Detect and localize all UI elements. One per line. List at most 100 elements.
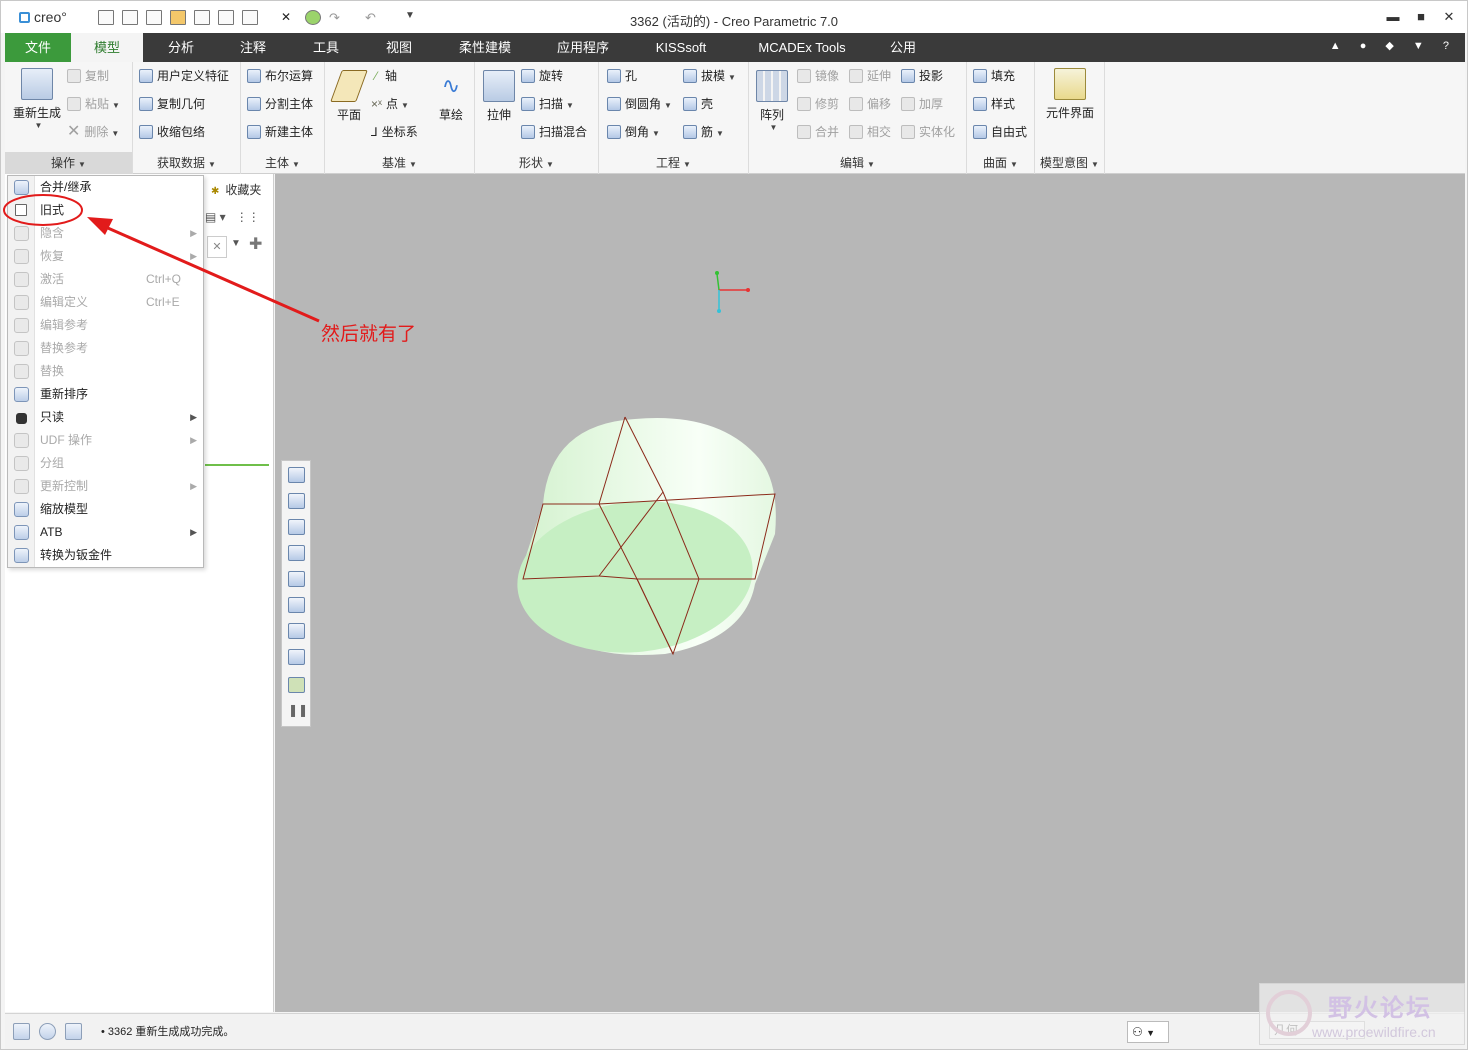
surfaces-group-menu[interactable]: 曲面 ▼ <box>967 154 1034 171</box>
menu-item-reorder[interactable]: 重新排序 <box>8 383 203 406</box>
body-group-menu[interactable]: 主体 ▼ <box>241 154 324 171</box>
menu-item-udf-operations[interactable]: UDF 操作 ▶ <box>8 429 203 452</box>
freestyle-button[interactable]: 自由式 <box>973 122 1027 142</box>
delete-button[interactable]: ✕ 删除 ▼ <box>67 122 119 142</box>
paste-button[interactable]: 粘贴 ▼ <box>67 94 120 114</box>
extend-button[interactable]: 延伸 <box>849 66 891 86</box>
regenerate-button[interactable]: 重新生成 ▼ <box>9 68 65 130</box>
menu-item-convert-to-sheetmetal[interactable]: 转换为钣金件 <box>8 544 203 567</box>
mirror-button[interactable]: 镜像 <box>797 66 839 86</box>
minimize-button[interactable]: ▬ <box>1383 9 1403 24</box>
plane-button[interactable]: 平面 <box>329 70 369 123</box>
solidify-button[interactable]: 实体化 <box>901 122 955 142</box>
revolve-button[interactable]: 旋转 <box>521 66 563 86</box>
draft-button[interactable]: 拔模 ▼ <box>683 66 736 86</box>
intent-group-menu[interactable]: 模型意图 ▼ <box>1035 154 1104 171</box>
sweep-button[interactable]: 扫描 ▼ <box>521 94 574 114</box>
round-button[interactable]: 倒圆角 ▼ <box>607 94 672 114</box>
regenerate-dropdown-icon[interactable]: ▼ <box>12 121 65 130</box>
tab-annotate[interactable]: 注释 <box>225 33 281 62</box>
extend-label: 延伸 <box>867 69 892 83</box>
cylinder-model[interactable] <box>510 416 776 664</box>
editing-group-menu[interactable]: 编辑 ▼ <box>749 154 966 171</box>
tab-analysis[interactable]: 分析 <box>153 33 209 62</box>
zoom-icon[interactable] <box>288 467 305 483</box>
hole-button[interactable]: 孔 <box>607 66 637 86</box>
tab-flexible-modeling[interactable]: 柔性建模 <box>449 33 521 62</box>
shapes-group-menu[interactable]: 形状 ▼ <box>475 154 598 171</box>
regenerate-icon <box>21 68 53 100</box>
extrude-button[interactable]: 拉伸 <box>481 70 517 123</box>
sweep-blend-button[interactable]: 扫描混合 <box>521 122 587 142</box>
trim-button[interactable]: 修剪 <box>797 94 839 114</box>
fullscreen-icon[interactable] <box>65 1023 82 1040</box>
pattern-button[interactable]: 阵列 ▼ <box>755 70 789 132</box>
new-body-icon <box>247 125 261 139</box>
project-icon <box>901 69 915 83</box>
style-button[interactable]: 样式 <box>973 94 1015 114</box>
freestyle-label: 自由式 <box>991 125 1028 139</box>
udf-button[interactable]: 用户定义特征 <box>139 66 229 86</box>
group-editing: 阵列 ▼ 镜像 修剪 合并 延伸 偏移 相交 投影 加厚 实体化 编辑 ▼ <box>749 62 967 174</box>
display-style-icon[interactable] <box>288 545 305 561</box>
tab-kisssoft[interactable]: KISSsoft <box>645 33 717 62</box>
intersect-button[interactable]: 相交 <box>849 122 891 142</box>
refit-icon[interactable] <box>288 493 305 509</box>
tab-public[interactable]: 公用 <box>875 33 931 62</box>
copy-geometry-button[interactable]: 复制几何 <box>139 94 205 114</box>
split-body-button[interactable]: 分割主体 <box>247 94 313 114</box>
thicken-button[interactable]: 加厚 <box>901 94 943 114</box>
chamfer-button[interactable]: 倒角 ▼ <box>607 122 660 142</box>
boolean-button[interactable]: 布尔运算 <box>247 66 313 86</box>
ribbon-help-icons[interactable]: ▲ ● ◆ ▼ ? <box>1330 39 1457 52</box>
close-button[interactable]: ✕ <box>1439 9 1459 25</box>
view-manager-icon[interactable] <box>288 571 305 587</box>
datum-display-icon[interactable] <box>288 623 305 639</box>
annotation-text: 然后就有了 <box>321 324 417 345</box>
fill-button[interactable]: 填充 <box>973 66 1015 86</box>
component-interface-label: 元件界面 <box>1045 106 1094 120</box>
udf-label: 用户定义特征 <box>157 69 230 83</box>
tab-file[interactable]: 文件 <box>5 33 71 62</box>
axis-button[interactable]: ⁄ 轴 <box>375 66 397 86</box>
sketch-button[interactable]: ∿ 草绘 <box>433 70 469 123</box>
engineering-group-menu[interactable]: 工程 ▼ <box>599 154 748 171</box>
datum-group-menu[interactable]: 基准 ▼ <box>325 154 474 171</box>
new-body-button[interactable]: 新建主体 <box>247 122 313 142</box>
component-interface-button[interactable]: 元件界面 <box>1041 68 1099 121</box>
shell-button[interactable]: 壳 <box>683 94 713 114</box>
tab-view[interactable]: 视图 <box>371 33 427 62</box>
tab-applications[interactable]: 应用程序 <box>547 33 619 62</box>
menu-item-atb[interactable]: ATB ▶ <box>8 521 203 544</box>
spin-center-icon[interactable] <box>288 677 305 693</box>
tab-model[interactable]: 模型 <box>71 33 143 62</box>
tab-mcadex-tools[interactable]: MCADEx Tools <box>750 33 854 62</box>
merge-button[interactable]: 合并 <box>797 122 839 142</box>
getdata-group-menu[interactable]: 获取数据 ▼ <box>133 154 240 171</box>
menu-item-group[interactable]: 分组 <box>8 452 203 475</box>
title-bar: creo° ✕ ↷ ↶ ▼ 3362 (活动的) - Creo Parametr… <box>1 1 1467 33</box>
csys-button[interactable]: ⅃ 坐标系 <box>371 122 418 142</box>
shrinkwrap-button[interactable]: 收缩包络 <box>139 122 205 142</box>
operations-group-menu[interactable]: 操作 ▼ <box>5 152 132 174</box>
menu-item-read-only[interactable]: 只读 ▶ <box>8 406 203 429</box>
saved-views-icon[interactable] <box>288 519 305 535</box>
perspective-icon[interactable] <box>288 597 305 613</box>
project-button[interactable]: 投影 <box>901 66 943 86</box>
pause-icon[interactable]: ❚❚ <box>288 703 308 719</box>
menu-item-scale-model[interactable]: 缩放模型 <box>8 498 203 521</box>
copy-button[interactable]: 复制 <box>67 66 109 86</box>
tree-toggle-icon[interactable] <box>13 1023 30 1040</box>
menu-item-replace[interactable]: 替换 <box>8 360 203 383</box>
tab-tools[interactable]: 工具 <box>298 33 354 62</box>
offset-button[interactable]: 偏移 <box>849 94 891 114</box>
point-button[interactable]: ×ˣ 点 ▼ <box>371 94 409 114</box>
annotation-display-icon[interactable] <box>288 649 305 665</box>
graphics-viewport[interactable] <box>275 174 1465 1012</box>
rib-button[interactable]: 筋 ▼ <box>683 122 724 142</box>
browser-icon[interactable] <box>39 1023 56 1040</box>
maximize-button[interactable]: ■ <box>1411 9 1431 24</box>
menu-item-update-control[interactable]: 更新控制 ▶ <box>8 475 203 498</box>
find-button[interactable]: ⚇ ▼ <box>1127 1021 1169 1043</box>
chamfer-icon <box>607 125 621 139</box>
